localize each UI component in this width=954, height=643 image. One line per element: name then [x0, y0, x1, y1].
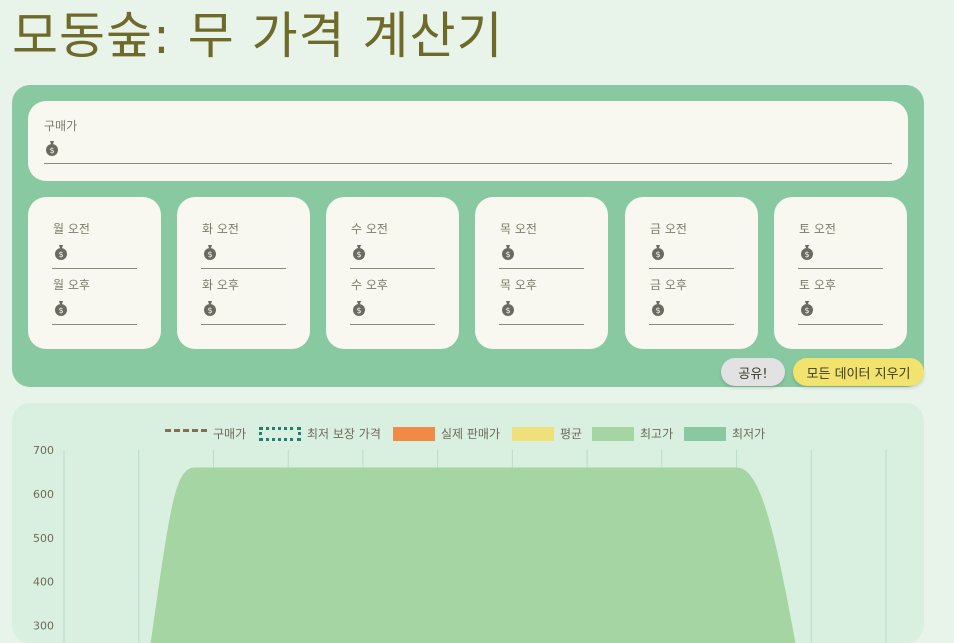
- share-button[interactable]: 공유!: [721, 358, 785, 386]
- money-bag-icon: $: [801, 301, 813, 316]
- svg-text:$: $: [505, 306, 510, 315]
- money-bag-icon: $: [502, 245, 514, 260]
- svg-text:$: $: [804, 250, 809, 259]
- money-bag-icon: $: [353, 245, 365, 260]
- pm-label: 화 오후: [202, 278, 239, 292]
- svg-text:$: $: [655, 306, 660, 315]
- price-chart: 구매가 최저 보장 가격 실제 판매가 평균 최고가 최저가 700 600 500…: [12, 403, 924, 643]
- am-label: 월 오전: [53, 222, 90, 236]
- am-label: 목 오전: [500, 222, 537, 236]
- am-label: 금 오전: [650, 222, 687, 236]
- am-label: 수 오전: [351, 222, 388, 236]
- money-bag-icon: $: [652, 301, 664, 316]
- pm-label: 토 오후: [799, 278, 836, 292]
- pm-price-input[interactable]: [499, 324, 584, 325]
- svg-text:$: $: [58, 250, 63, 259]
- am-price-input[interactable]: [52, 268, 137, 269]
- svg-text:$: $: [49, 146, 54, 155]
- day-card: 월 오전 $ 월 오후 $: [28, 197, 161, 349]
- day-card: 토 오전 $ 토 오후 $: [774, 197, 907, 349]
- svg-text:$: $: [356, 306, 361, 315]
- pm-label: 수 오후: [351, 278, 388, 292]
- am-price-input[interactable]: [350, 268, 435, 269]
- buy-price-card: 구매가 $: [28, 101, 908, 181]
- pm-price-input[interactable]: [52, 324, 137, 325]
- am-label: 화 오전: [202, 222, 239, 236]
- y-tick-label: 500: [33, 532, 54, 545]
- day-card: 수 오전 $ 수 오후 $: [326, 197, 459, 349]
- pm-price-input[interactable]: [201, 324, 286, 325]
- pm-price-input[interactable]: [649, 324, 734, 325]
- money-bag-icon: $: [502, 301, 514, 316]
- money-bag-icon: $: [353, 301, 365, 316]
- y-tick-label: 400: [33, 576, 54, 589]
- pm-price-input[interactable]: [350, 324, 435, 325]
- svg-text:$: $: [207, 306, 212, 315]
- money-bag-icon: $: [55, 245, 67, 260]
- money-bag-icon: $: [652, 245, 664, 260]
- y-tick-label: 600: [33, 488, 54, 501]
- y-tick-label: 300: [33, 620, 54, 633]
- am-price-input[interactable]: [499, 268, 584, 269]
- pm-label: 월 오후: [53, 278, 90, 292]
- money-bag-icon: $: [55, 301, 67, 316]
- input-panel: 구매가 $ 월 오전 $ 월 오후 $ 화 오전 $ 화 오후 $ 수 오전 $ 수 오후 $ 목 오전…: [12, 85, 924, 387]
- svg-text:$: $: [804, 306, 809, 315]
- page-title: 모동숲: 무 가격 계산기: [12, 7, 504, 65]
- money-bag-icon: $: [801, 245, 813, 260]
- chart-plot: 700 600 500 400 300: [33, 444, 887, 643]
- am-price-input[interactable]: [798, 268, 883, 269]
- day-card: 금 오전 $ 금 오후 $: [625, 197, 758, 349]
- clear-data-button[interactable]: 모든 데이터 지우기: [793, 358, 924, 386]
- svg-text:$: $: [58, 306, 63, 315]
- money-bag-icon: $: [46, 141, 58, 156]
- buy-price-input[interactable]: [44, 163, 892, 164]
- pm-price-input[interactable]: [798, 324, 883, 325]
- money-bag-icon: $: [204, 245, 216, 260]
- svg-text:$: $: [505, 250, 510, 259]
- pm-label: 금 오후: [650, 278, 687, 292]
- max-price-area: [150, 467, 796, 643]
- am-price-input[interactable]: [201, 268, 286, 269]
- day-card: 목 오전 $ 목 오후 $: [475, 197, 608, 349]
- pm-label: 목 오후: [500, 278, 537, 292]
- money-bag-icon: $: [204, 301, 216, 316]
- am-price-input[interactable]: [649, 268, 734, 269]
- svg-text:$: $: [356, 250, 361, 259]
- buy-price-label: 구매가: [44, 119, 78, 133]
- day-card: 화 오전 $ 화 오후 $: [177, 197, 310, 349]
- am-label: 토 오전: [799, 222, 836, 236]
- y-tick-label: 700: [33, 444, 54, 457]
- svg-text:$: $: [207, 250, 212, 259]
- svg-text:$: $: [655, 250, 660, 259]
